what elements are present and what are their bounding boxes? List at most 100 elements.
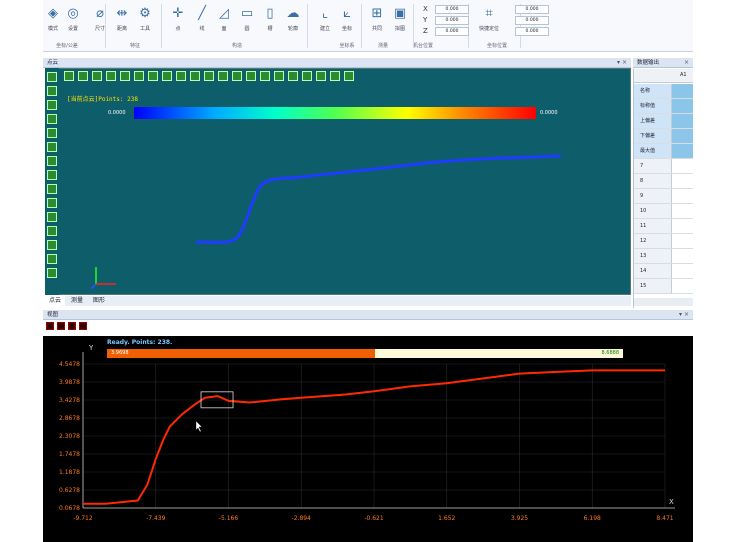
- view-tool-button[interactable]: [246, 71, 256, 81]
- ribbon-button-13[interactable]: ⊞ 共同: [367, 6, 387, 33]
- table-cell[interactable]: [672, 249, 693, 263]
- position-input[interactable]: 0.000: [515, 16, 549, 25]
- side-tool-button[interactable]: [47, 184, 57, 194]
- close-icon[interactable]: ▾ ×: [617, 58, 627, 68]
- table-cell[interactable]: [672, 189, 693, 203]
- view-tool-button[interactable]: [78, 71, 88, 81]
- view-tool-button[interactable]: [204, 71, 214, 81]
- horizontal-scrollbar[interactable]: [634, 298, 693, 306]
- side-tool-button[interactable]: [47, 198, 57, 208]
- side-tool-button[interactable]: [47, 170, 57, 180]
- side-tool-button[interactable]: [47, 156, 57, 166]
- view-tool-button[interactable]: [176, 71, 186, 81]
- control-button[interactable]: [79, 322, 87, 330]
- tab-graphics[interactable]: 图形: [89, 296, 109, 306]
- view-tool-button[interactable]: [344, 71, 354, 81]
- side-tool-button[interactable]: [47, 86, 57, 96]
- table-cell[interactable]: [672, 99, 693, 113]
- table-row[interactable]: 14: [634, 264, 693, 279]
- view-tool-button[interactable]: [106, 71, 116, 81]
- table-row[interactable]: 11: [634, 219, 693, 234]
- table-row[interactable]: 最大值: [634, 144, 693, 159]
- side-tool-button[interactable]: [47, 212, 57, 222]
- control-button[interactable]: [57, 322, 65, 330]
- ribbon-button-12[interactable]: ⟀ 坐标: [337, 6, 357, 33]
- table-row[interactable]: 9: [634, 189, 693, 204]
- table-row[interactable]: 12: [634, 234, 693, 249]
- table-row[interactable]: 7: [634, 159, 693, 174]
- view-tool-button[interactable]: [302, 71, 312, 81]
- table-row[interactable]: 下偏差: [634, 129, 693, 144]
- ribbon-button-3[interactable]: ⇹ 距离: [112, 6, 132, 33]
- view-tool-button[interactable]: [162, 71, 172, 81]
- table-cell[interactable]: [672, 279, 693, 293]
- view-tool-button[interactable]: [148, 71, 158, 81]
- table-cell[interactable]: [672, 204, 693, 218]
- table-cell[interactable]: [672, 174, 693, 188]
- view-tool-button[interactable]: [218, 71, 228, 81]
- position-input[interactable]: 0.000: [515, 5, 549, 14]
- data-output-grid[interactable]: A1 名称 标称值 上偏差 下偏差 最大值 7 8 9 10 11 12 13 14 15: [633, 69, 693, 308]
- ribbon-button-4[interactable]: ⚙ 工具: [135, 6, 155, 33]
- table-row[interactable]: 标称值: [634, 99, 693, 114]
- side-tool-button[interactable]: [47, 72, 57, 82]
- tab-measure[interactable]: 测量: [67, 296, 87, 306]
- table-row[interactable]: 8: [634, 174, 693, 189]
- coord-input-x[interactable]: 0.000: [435, 5, 469, 14]
- table-row[interactable]: 名称: [634, 84, 693, 99]
- coord-input-y[interactable]: 0.000: [435, 16, 469, 25]
- ribbon-button-1[interactable]: ◎ 设置: [63, 6, 83, 33]
- table-cell[interactable]: [672, 234, 693, 248]
- view-tool-button[interactable]: [120, 71, 130, 81]
- control-button[interactable]: [46, 322, 54, 330]
- ribbon-button-6[interactable]: ╱ 线: [192, 6, 212, 33]
- control-button[interactable]: [68, 322, 76, 330]
- view-tool-button[interactable]: [330, 71, 340, 81]
- side-tool-button[interactable]: [47, 268, 57, 278]
- ribbon-button-14[interactable]: ▣ 拟图: [390, 6, 410, 33]
- ribbon-button-2[interactable]: ⌀ 尺寸: [90, 6, 110, 33]
- side-tool-button[interactable]: [47, 226, 57, 236]
- side-tool-button[interactable]: [47, 128, 57, 138]
- position-input[interactable]: 0.000: [515, 27, 549, 36]
- view-tool-button[interactable]: [274, 71, 284, 81]
- view-tool-button[interactable]: [190, 71, 200, 81]
- table-row[interactable]: 上偏差: [634, 114, 693, 129]
- table-cell[interactable]: [672, 114, 693, 128]
- close-icon[interactable]: ×: [684, 58, 689, 68]
- coord-input-z[interactable]: 0.000: [435, 27, 469, 36]
- view-tool-button[interactable]: [232, 71, 242, 81]
- view-tool-button[interactable]: [288, 71, 298, 81]
- ribbon-button-5[interactable]: ✛ 点: [168, 6, 188, 33]
- ribbon-button-9[interactable]: ▯ 槽: [260, 6, 280, 33]
- ribbon-button-11[interactable]: ⌞ 建立: [315, 6, 335, 33]
- side-tool-button[interactable]: [47, 114, 57, 124]
- table-cell[interactable]: [672, 144, 693, 158]
- view-tool-button[interactable]: [260, 71, 270, 81]
- side-tool-button[interactable]: [47, 240, 57, 250]
- table-row[interactable]: 13: [634, 249, 693, 264]
- table-cell[interactable]: [672, 264, 693, 278]
- close-icon[interactable]: ▾ ×: [679, 310, 689, 320]
- side-tool-button[interactable]: [47, 100, 57, 110]
- side-tool-button[interactable]: [47, 142, 57, 152]
- table-cell[interactable]: [672, 219, 693, 233]
- view-tool-button[interactable]: [134, 71, 144, 81]
- ribbon-button-0[interactable]: ◈ 模式: [43, 6, 63, 33]
- ribbon-button-8[interactable]: ▭ 圆: [237, 6, 257, 33]
- view-tool-button[interactable]: [316, 71, 326, 81]
- tab-pointcloud[interactable]: 点云: [45, 296, 66, 306]
- point-cloud-viewport[interactable]: [当前点云]Points: 238 0.0000 0.0000: [45, 68, 631, 295]
- table-cell[interactable]: [672, 84, 693, 98]
- view-tool-button[interactable]: [64, 71, 74, 81]
- table-row[interactable]: 10: [634, 204, 693, 219]
- ribbon-button-10[interactable]: ☁ 轮廓: [283, 6, 303, 33]
- ribbon-button-7[interactable]: ◿ 面: [214, 6, 234, 33]
- table-row[interactable]: 15: [634, 279, 693, 294]
- table-cell[interactable]: [672, 129, 693, 143]
- profile-chart[interactable]: Ready. Points: 238. 3.9698 8.6888 4.5478…: [43, 336, 693, 542]
- side-tool-button[interactable]: [47, 254, 57, 264]
- table-cell[interactable]: [672, 159, 693, 173]
- view-tool-button[interactable]: [92, 71, 102, 81]
- ribbon-button-15[interactable]: ⌗ 快捷定位: [479, 6, 499, 33]
